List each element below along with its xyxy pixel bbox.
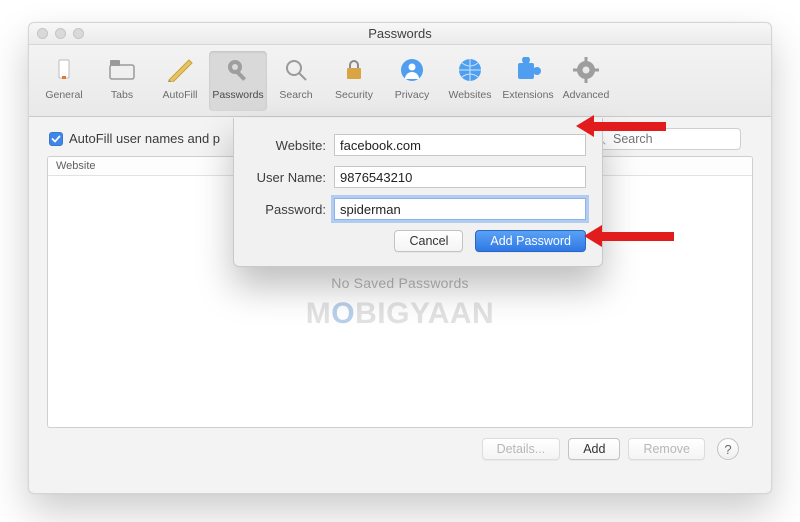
tab-passwords[interactable]: Passwords xyxy=(209,51,267,111)
gear-icon xyxy=(571,55,601,85)
search-input[interactable] xyxy=(611,131,734,147)
username-field[interactable] xyxy=(334,166,586,188)
tab-privacy[interactable]: Privacy xyxy=(383,51,441,111)
username-label: User Name: xyxy=(250,170,334,185)
password-row: Password: xyxy=(250,198,586,220)
window-title: Passwords xyxy=(29,26,771,41)
cancel-button[interactable]: Cancel xyxy=(394,230,463,252)
watermark-part: O xyxy=(331,297,355,330)
tab-general[interactable]: General xyxy=(35,51,93,111)
lock-icon xyxy=(339,55,369,85)
tabs-icon xyxy=(107,55,137,85)
preferences-window: Passwords General Tabs AutoFill xyxy=(28,22,772,494)
watermark-part: M xyxy=(306,297,332,330)
website-label: Website: xyxy=(250,138,334,153)
checkbox-checked-icon[interactable] xyxy=(49,132,63,146)
close-window-button[interactable] xyxy=(37,28,48,39)
tab-label: Search xyxy=(279,89,312,101)
help-button[interactable]: ? xyxy=(717,438,739,460)
globe-icon xyxy=(455,55,485,85)
autofill-label: AutoFill user names and p xyxy=(69,131,220,146)
tab-label: Websites xyxy=(449,89,492,101)
website-row: Website: xyxy=(250,134,586,156)
tab-tabs[interactable]: Tabs xyxy=(93,51,151,111)
preferences-toolbar: General Tabs AutoFill Passwords xyxy=(29,45,771,117)
minimize-window-button[interactable] xyxy=(55,28,66,39)
puzzle-icon xyxy=(513,55,543,85)
zoom-window-button[interactable] xyxy=(73,28,84,39)
tab-label: General xyxy=(45,89,82,101)
remove-button[interactable]: Remove xyxy=(628,438,705,460)
password-label: Password: xyxy=(250,202,334,217)
username-row: User Name: xyxy=(250,166,586,188)
tab-security[interactable]: Security xyxy=(325,51,383,111)
add-password-sheet: Website: User Name: Password: Cancel Add… xyxy=(233,118,603,267)
tab-label: AutoFill xyxy=(162,89,197,101)
tab-autofill[interactable]: AutoFill xyxy=(151,51,209,111)
pencil-icon xyxy=(165,55,195,85)
tab-label: Advanced xyxy=(563,89,610,101)
tab-label: Security xyxy=(335,89,373,101)
add-password-button[interactable]: Add Password xyxy=(475,230,586,252)
tab-label: Extensions xyxy=(502,89,553,101)
search-icon xyxy=(281,55,311,85)
details-button[interactable]: Details... xyxy=(482,438,561,460)
tab-label: Privacy xyxy=(395,89,429,101)
password-field[interactable] xyxy=(334,198,586,220)
window-controls xyxy=(37,28,84,39)
tab-label: Passwords xyxy=(212,89,263,101)
screenshot-root: Passwords General Tabs AutoFill xyxy=(0,0,800,522)
tab-extensions[interactable]: Extensions xyxy=(499,51,557,111)
watermark: MOBIGYAAN xyxy=(48,297,752,331)
tab-label: Tabs xyxy=(111,89,133,101)
search-field[interactable] xyxy=(586,128,741,150)
add-button[interactable]: Add xyxy=(568,438,620,460)
watermark-part: BIGYAAN xyxy=(355,297,494,330)
sheet-button-row: Cancel Add Password xyxy=(250,230,586,252)
titlebar: Passwords xyxy=(29,23,771,45)
key-icon xyxy=(223,55,253,85)
footer-buttons: Details... Add Remove ? xyxy=(47,428,753,460)
website-field[interactable] xyxy=(334,134,586,156)
tab-websites[interactable]: Websites xyxy=(441,51,499,111)
tab-advanced[interactable]: Advanced xyxy=(557,51,615,111)
privacy-icon xyxy=(397,55,427,85)
switch-icon xyxy=(49,55,79,85)
empty-state-text: No Saved Passwords xyxy=(48,275,752,291)
tab-search[interactable]: Search xyxy=(267,51,325,111)
